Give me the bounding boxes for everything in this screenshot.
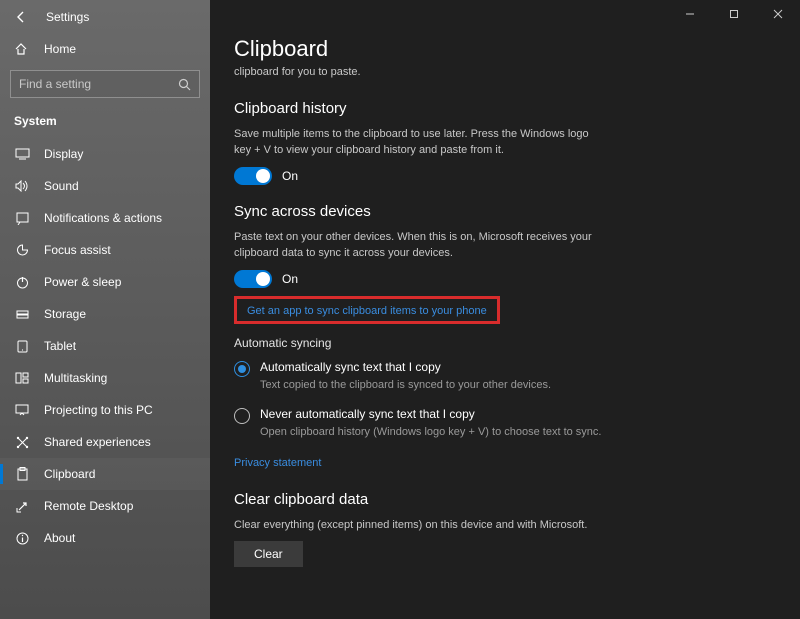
automatic-syncing-label: Automatic syncing <box>234 336 772 350</box>
sync-heading: Sync across devices <box>234 203 772 220</box>
clear-desc: Clear everything (except pinned items) o… <box>234 518 594 534</box>
clipboard-history-state: On <box>282 169 298 183</box>
storage-icon <box>14 308 30 321</box>
home-label: Home <box>44 42 76 56</box>
clipboard-history-heading: Clipboard history <box>234 100 772 117</box>
close-button[interactable] <box>756 0 800 28</box>
minimize-button[interactable] <box>668 0 712 28</box>
nav-label: Storage <box>44 307 86 321</box>
settings-sidebar: Settings Home System Display Sound Notif… <box>0 0 210 619</box>
clear-heading: Clear clipboard data <box>234 491 772 508</box>
home-icon <box>14 42 30 56</box>
radio-label: Never automatically sync text that I cop… <box>260 407 601 421</box>
display-icon <box>14 148 30 160</box>
power-icon <box>14 276 30 289</box>
nav-label: Remote Desktop <box>44 499 133 513</box>
search-input[interactable] <box>19 77 178 91</box>
clipboard-icon <box>14 467 30 481</box>
sidebar-item-projecting[interactable]: Projecting to this PC <box>0 394 210 426</box>
radio-indicator <box>234 408 250 424</box>
window-controls <box>668 0 800 28</box>
sidebar-item-multitasking[interactable]: Multitasking <box>0 362 210 394</box>
nav-label: Display <box>44 147 83 161</box>
radio-sublabel: Open clipboard history (Windows logo key… <box>260 425 601 440</box>
sidebar-item-storage[interactable]: Storage <box>0 298 210 330</box>
main-panel: Clipboard clipboard for you to paste. Cl… <box>210 0 800 619</box>
nav-label: Tablet <box>44 339 76 353</box>
back-button[interactable] <box>14 10 28 24</box>
remote-desktop-icon <box>14 500 30 513</box>
settings-search[interactable] <box>10 70 200 98</box>
sidebar-item-focus-assist[interactable]: Focus assist <box>0 234 210 266</box>
radio-never-sync[interactable]: Never automatically sync text that I cop… <box>234 407 614 440</box>
nav-label: Projecting to this PC <box>44 403 153 417</box>
sidebar-item-clipboard[interactable]: Clipboard <box>0 458 210 490</box>
nav-label: Notifications & actions <box>44 211 162 225</box>
clipboard-history-toggle-row: On <box>234 167 772 185</box>
sidebar-item-sound[interactable]: Sound <box>0 170 210 202</box>
sync-state: On <box>282 272 298 286</box>
sidebar-nav: Display Sound Notifications & actions Fo… <box>0 138 210 554</box>
sidebar-item-about[interactable]: About <box>0 522 210 554</box>
clipboard-history-desc: Save multiple items to the clipboard to … <box>234 127 594 159</box>
radio-indicator <box>234 361 250 377</box>
radio-sublabel: Text copied to the clipboard is synced t… <box>260 378 551 393</box>
nav-label: Clipboard <box>44 467 95 481</box>
clipboard-history-toggle[interactable] <box>234 167 272 185</box>
sidebar-item-power[interactable]: Power & sleep <box>0 266 210 298</box>
page-subtitle: clipboard for you to paste. <box>234 66 772 78</box>
clear-button[interactable]: Clear <box>234 541 303 567</box>
page-title: Clipboard <box>234 36 772 62</box>
maximize-button[interactable] <box>712 0 756 28</box>
nav-label: Focus assist <box>44 243 111 257</box>
projecting-icon <box>14 404 30 416</box>
sidebar-item-display[interactable]: Display <box>0 138 210 170</box>
shared-experiences-icon <box>14 436 30 449</box>
nav-label: Multitasking <box>44 371 107 385</box>
highlight-box: Get an app to sync clipboard items to yo… <box>234 296 500 324</box>
radio-label: Automatically sync text that I copy <box>260 360 551 374</box>
nav-label: Power & sleep <box>44 275 121 289</box>
radio-auto-sync[interactable]: Automatically sync text that I copy Text… <box>234 360 614 393</box>
nav-label: Shared experiences <box>44 435 151 449</box>
sound-icon <box>14 180 30 192</box>
sync-toggle[interactable] <box>234 270 272 288</box>
tablet-icon <box>14 340 30 353</box>
search-icon <box>178 78 191 91</box>
sync-radio-group: Automatically sync text that I copy Text… <box>234 360 614 441</box>
home-nav[interactable]: Home <box>0 34 210 64</box>
sidebar-item-remote-desktop[interactable]: Remote Desktop <box>0 490 210 522</box>
sidebar-item-notifications[interactable]: Notifications & actions <box>0 202 210 234</box>
privacy-statement-link[interactable]: Privacy statement <box>234 457 321 469</box>
sidebar-item-tablet[interactable]: Tablet <box>0 330 210 362</box>
nav-label: Sound <box>44 179 79 193</box>
get-app-link[interactable]: Get an app to sync clipboard items to yo… <box>247 305 487 317</box>
multitasking-icon <box>14 372 30 384</box>
sync-desc: Paste text on your other devices. When t… <box>234 230 594 262</box>
titlebar: Settings <box>0 6 210 34</box>
sync-toggle-row: On <box>234 270 772 288</box>
app-title: Settings <box>46 10 89 24</box>
nav-label: About <box>44 531 75 545</box>
about-icon <box>14 532 30 545</box>
notifications-icon <box>14 212 30 225</box>
section-label: System <box>0 108 210 138</box>
focus-assist-icon <box>14 244 30 257</box>
sidebar-item-shared-experiences[interactable]: Shared experiences <box>0 426 210 458</box>
